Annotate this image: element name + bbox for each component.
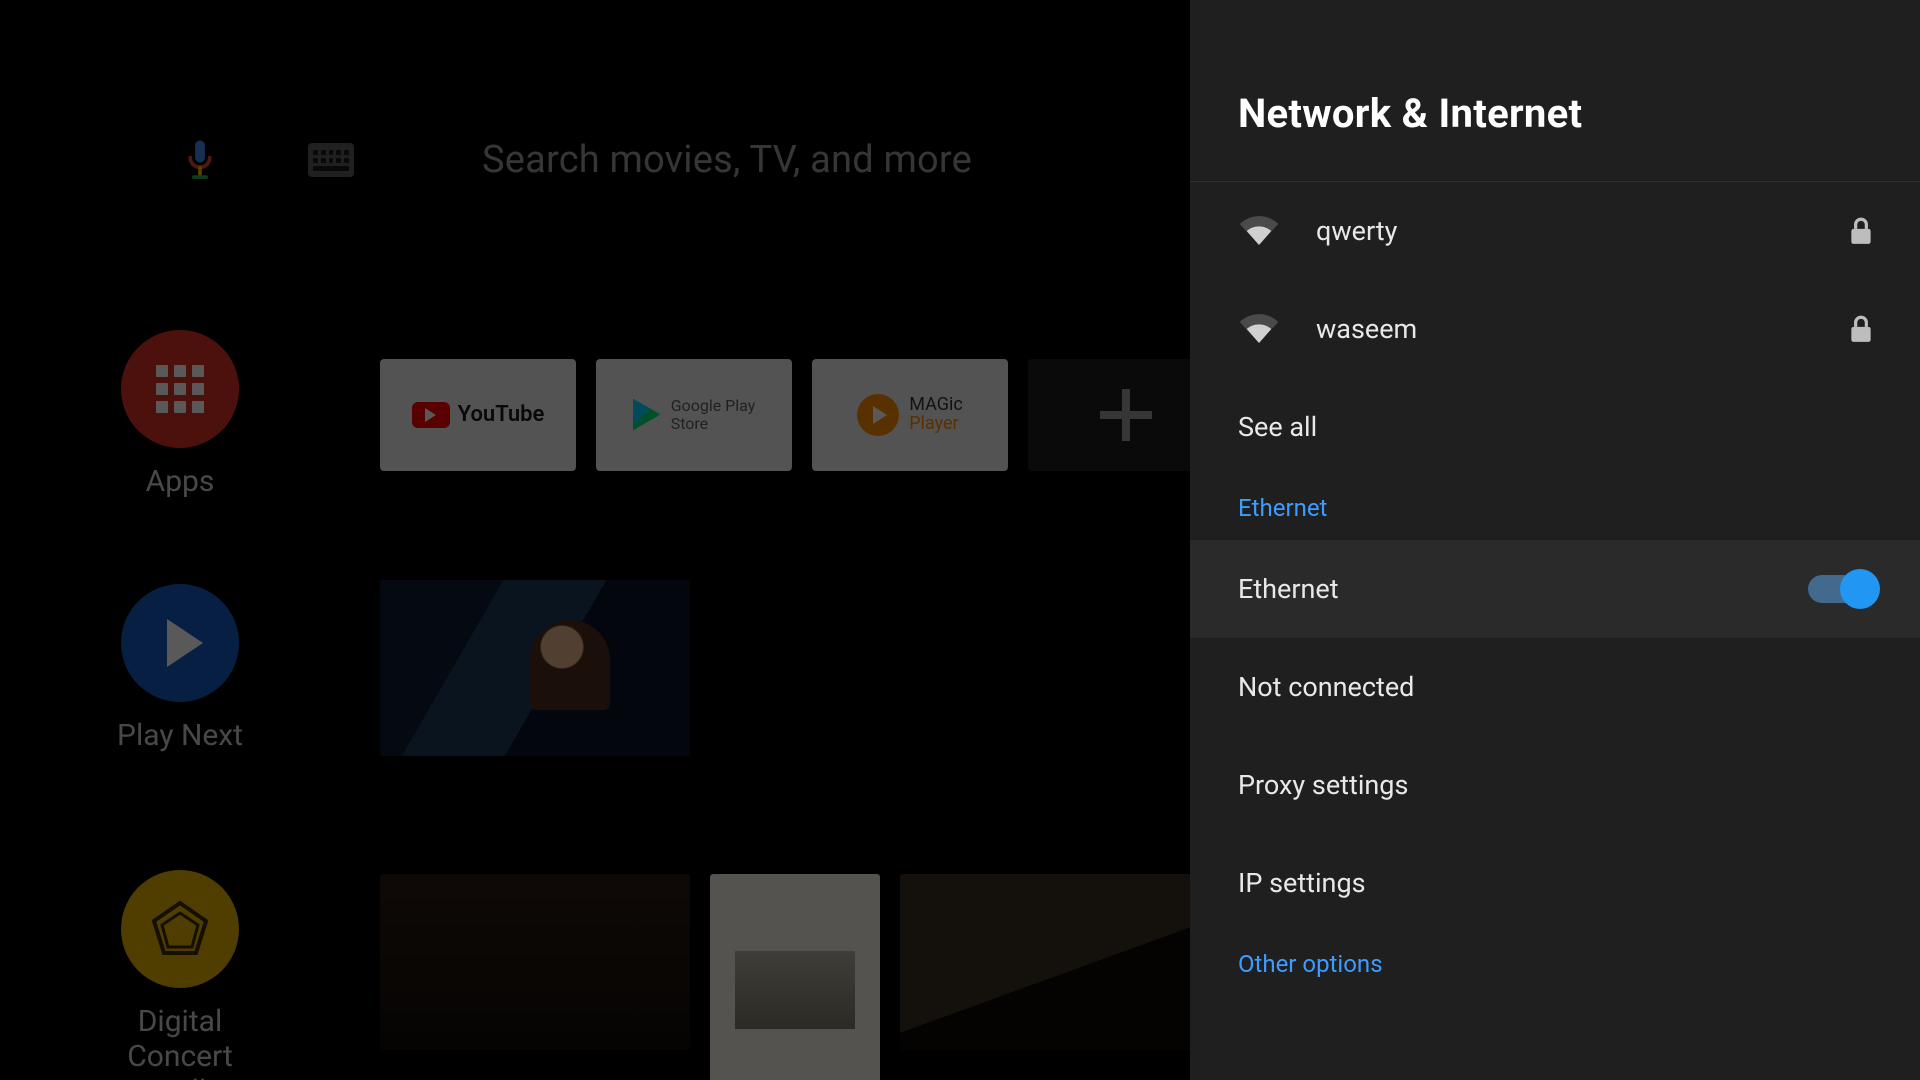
keyboard-icon[interactable] (308, 143, 354, 177)
section-header-other-options: Other options (1190, 932, 1920, 996)
ethernet-status[interactable]: Not connected (1190, 638, 1920, 736)
voice-search-icon[interactable] (180, 138, 220, 182)
lock-icon (1848, 314, 1874, 344)
rail-digital-concert-hall: Digital Concert Hall (100, 870, 1210, 1080)
panel-header: Network & Internet (1190, 0, 1920, 182)
rail-label: Apps (146, 464, 215, 499)
youtube-icon (412, 402, 450, 428)
ip-settings[interactable]: IP settings (1190, 834, 1920, 932)
rail-header-play-next[interactable]: Play Next (100, 584, 260, 753)
settings-panel-network: Network & Internet qwerty waseem (1190, 0, 1920, 1080)
rail-header-dch[interactable]: Digital Concert Hall (100, 870, 260, 1080)
digital-concert-hall-icon (121, 870, 239, 988)
content-thumbnail[interactable] (710, 874, 880, 1080)
rail-header-apps[interactable]: Apps (100, 330, 260, 499)
plus-icon (1100, 389, 1152, 441)
lock-icon (1848, 216, 1874, 246)
see-all-networks[interactable]: See all (1190, 378, 1920, 476)
app-card-magic-player[interactable]: MAGicPlayer (812, 359, 1008, 471)
proxy-settings[interactable]: Proxy settings (1190, 736, 1920, 834)
wifi-signal-icon (1238, 214, 1280, 248)
wifi-network-item[interactable]: waseem (1190, 280, 1920, 378)
app-card-youtube[interactable]: YouTube (380, 359, 576, 471)
content-thumbnail[interactable] (380, 580, 690, 756)
play-next-icon (121, 584, 239, 702)
rail-label: Digital Concert Hall (100, 1004, 260, 1080)
search-placeholder[interactable]: Search movies, TV, and more (482, 138, 972, 182)
assistant-search-row: Search movies, TV, and more (180, 138, 972, 182)
rail-label: Play Next (117, 718, 243, 753)
app-card-google-play-store[interactable]: Google PlayStore (596, 359, 792, 471)
wifi-signal-icon (1238, 312, 1280, 346)
apps-icon (121, 330, 239, 448)
content-thumbnail[interactable] (380, 874, 690, 1050)
ethernet-label: Ethernet (1238, 573, 1808, 605)
ethernet-toggle[interactable] (1808, 575, 1874, 603)
google-play-icon (633, 399, 661, 431)
wifi-ssid: waseem (1316, 313, 1848, 345)
rail-apps: Apps YouTube Google PlayStore MAGicPlaye… (100, 330, 1224, 499)
ethernet-toggle-row[interactable]: Ethernet (1190, 540, 1920, 638)
content-thumbnail[interactable] (900, 874, 1210, 1050)
section-header-ethernet: Ethernet (1190, 476, 1920, 540)
wifi-network-item[interactable]: qwerty (1190, 182, 1920, 280)
wifi-ssid: qwerty (1316, 215, 1848, 247)
panel-title: Network & Internet (1238, 90, 1872, 137)
magic-player-icon (857, 394, 899, 436)
rail-play-next: Play Next (100, 580, 690, 756)
